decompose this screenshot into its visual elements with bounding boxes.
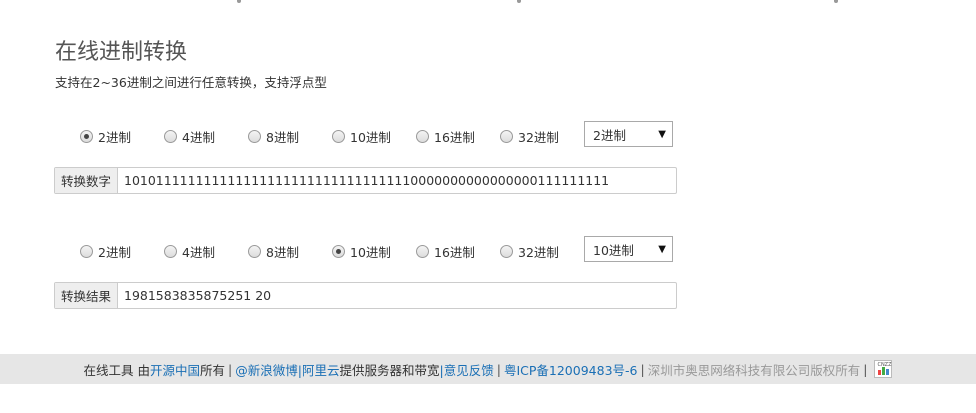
- select-value: 10进制: [593, 242, 634, 258]
- output-radio-base-16[interactable]: 16进制: [416, 242, 500, 261]
- input-radio-base-10[interactable]: 10进制: [332, 127, 416, 146]
- radio-label: 4进制: [182, 129, 215, 145]
- dropdown-arrow-icon[interactable]: ▼: [658, 244, 666, 255]
- radio-unchecked-icon[interactable]: [416, 244, 429, 258]
- radio-unchecked-icon[interactable]: [416, 129, 429, 143]
- convert-result-label: 转换结果: [55, 283, 118, 308]
- output-base-select[interactable]: 10进制 ▼: [584, 236, 673, 262]
- footer-copyright: 深圳市奥思网络科技有限公司版权所有: [647, 362, 861, 378]
- convert-number-group: 转换数字 10101111111111111111111111111111111…: [54, 167, 677, 194]
- input-base-radio-group: 2进制 4进制 8进制 10进制 16进制 32进制: [80, 124, 584, 148]
- footer-separator: |: [228, 361, 233, 377]
- radio-label: 16进制: [434, 129, 475, 145]
- convert-result-output[interactable]: 1981583835875251 20: [118, 283, 676, 308]
- oschina-link[interactable]: 开源中国: [150, 360, 200, 379]
- input-radio-base-4[interactable]: 4进制: [164, 127, 248, 146]
- convert-number-label: 转换数字: [55, 168, 118, 193]
- radio-unchecked-icon[interactable]: [248, 244, 261, 258]
- footer-separator: |: [496, 361, 501, 377]
- page-title: 在线进制转换: [55, 40, 188, 65]
- convert-result-group: 转换结果 1981583835875251 20: [54, 282, 677, 309]
- input-radio-base-32[interactable]: 32进制: [500, 127, 584, 146]
- footer-aliyun-suffix: 提供服务器和带宽: [339, 362, 440, 378]
- footer-separator: |: [640, 361, 645, 377]
- output-radio-base-10[interactable]: 10进制: [332, 242, 416, 261]
- radio-unchecked-icon[interactable]: [332, 129, 345, 143]
- radio-label: 10进制: [350, 244, 391, 260]
- input-radio-base-8[interactable]: 8进制: [248, 127, 332, 146]
- output-radio-base-2[interactable]: 2进制: [80, 242, 164, 261]
- page-description: 支持在2~36进制之间进行任意转换，支持浮点型: [55, 75, 327, 90]
- footer-owned: 所有: [200, 362, 226, 378]
- weibo-link[interactable]: @新浪微博: [235, 360, 298, 379]
- select-value: 2进制: [593, 127, 626, 143]
- radio-unchecked-icon[interactable]: [164, 129, 177, 143]
- icp-link[interactable]: 粤ICP备12009483号-6: [504, 360, 638, 379]
- radio-unchecked-icon[interactable]: [500, 244, 513, 258]
- radio-checked-icon[interactable]: [80, 129, 93, 143]
- convert-number-input[interactable]: 1010111111111111111111111111111111110000…: [118, 168, 676, 193]
- aliyun-link[interactable]: |阿里云: [298, 360, 340, 379]
- radio-unchecked-icon[interactable]: [248, 129, 261, 143]
- radio-unchecked-icon[interactable]: [500, 129, 513, 143]
- radio-label: 32进制: [518, 129, 559, 145]
- output-radio-base-4[interactable]: 4进制: [164, 242, 248, 261]
- radio-unchecked-icon[interactable]: [80, 244, 93, 258]
- radio-label: 2进制: [98, 129, 131, 145]
- footer-separator: |: [863, 361, 868, 377]
- input-base-select[interactable]: 2进制 ▼: [584, 121, 673, 147]
- radio-label: 2进制: [98, 244, 131, 260]
- footer: 在线工具 由 开源中国 所有 | @新浪微博 |阿里云 提供服务器和带宽 |意见…: [0, 354, 976, 384]
- footer-prefix: 在线工具 由: [83, 362, 151, 378]
- radio-label: 16进制: [434, 244, 475, 260]
- radio-unchecked-icon[interactable]: [164, 244, 177, 258]
- output-radio-base-32[interactable]: 32进制: [500, 242, 584, 261]
- output-base-radio-group: 2进制 4进制 8进制 10进制 16进制 32进制: [80, 239, 584, 263]
- radio-label: 32进制: [518, 244, 559, 260]
- input-radio-base-16[interactable]: 16进制: [416, 127, 500, 146]
- top-edge-marks: [0, 0, 976, 6]
- radio-label: 10进制: [350, 129, 391, 145]
- radio-checked-icon[interactable]: [332, 244, 345, 258]
- output-radio-base-8[interactable]: 8进制: [248, 242, 332, 261]
- feedback-link[interactable]: |意见反馈: [440, 360, 494, 379]
- cnzz-stats-icon[interactable]: CNZZ: [874, 360, 893, 378]
- radio-label: 4进制: [182, 244, 215, 260]
- radio-label: 8进制: [266, 129, 299, 145]
- radio-label: 8进制: [266, 244, 299, 260]
- dropdown-arrow-icon[interactable]: ▼: [658, 129, 666, 140]
- input-radio-base-2[interactable]: 2进制: [80, 127, 164, 146]
